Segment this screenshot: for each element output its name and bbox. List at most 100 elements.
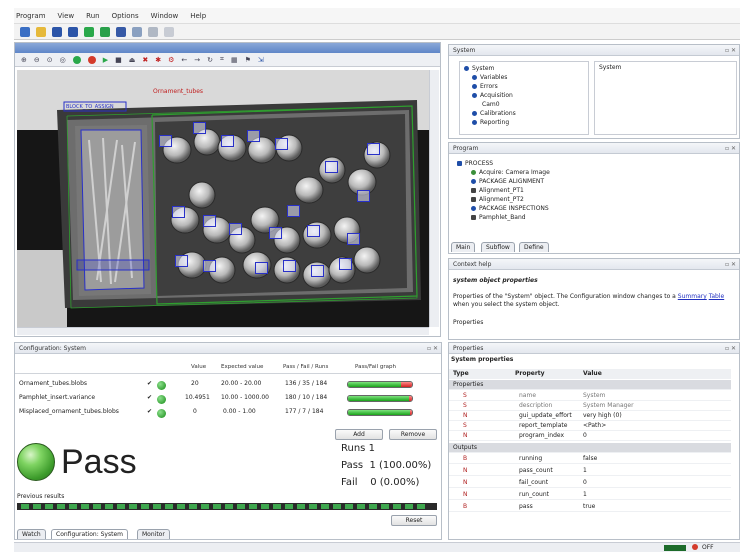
arrow-left-icon[interactable]: ← xyxy=(181,56,187,64)
blob-marker[interactable] xyxy=(283,260,296,272)
blob-marker[interactable] xyxy=(247,130,260,142)
config-row-misplaced[interactable]: Misplaced_ornament_tubes.blobs ✔ 0 0.00 … xyxy=(15,405,455,419)
property-row[interactable]: Npass_count 1 xyxy=(449,466,731,476)
arrow-right-icon[interactable]: → xyxy=(194,56,200,64)
tree-item-package-alignment[interactable]: PACKAGE ALIGNMENT xyxy=(457,177,731,186)
tree-item-pamphlet-band[interactable]: Pamphlet_Band xyxy=(457,213,731,222)
tree-item-variables[interactable]: Variables xyxy=(464,73,584,82)
blob-marker[interactable] xyxy=(347,233,360,245)
refresh-icon[interactable] xyxy=(100,26,110,37)
menu-run[interactable]: Run xyxy=(86,12,99,20)
properties-panel-title: Properties ▫ ✕ xyxy=(449,343,739,354)
property-row[interactable]: Sdescription System Manager xyxy=(449,401,731,411)
zoom-out-icon[interactable]: ⊖ xyxy=(34,56,40,64)
new-icon[interactable] xyxy=(20,26,30,37)
save-icon[interactable] xyxy=(52,26,62,37)
blob-marker[interactable] xyxy=(325,161,338,173)
blob-marker[interactable] xyxy=(221,135,234,147)
menu-program[interactable]: Program xyxy=(16,12,46,20)
tree-item-alignment-pt1[interactable]: Alignment_PT1 xyxy=(457,186,731,195)
property-row[interactable]: Brunning false xyxy=(449,454,731,464)
property-row[interactable]: Nprogram_index 0 xyxy=(449,431,731,441)
tree-item-alignment-pt2[interactable]: Alignment_PT2 xyxy=(457,195,731,204)
gear-icon[interactable]: ⚙ xyxy=(168,56,174,64)
group-outputs[interactable]: Outputs xyxy=(449,443,731,453)
zoom-in-icon[interactable]: ⊕ xyxy=(21,56,27,64)
crop-icon[interactable]: ⌗ xyxy=(220,55,224,64)
blob-marker[interactable] xyxy=(159,135,172,147)
blob-marker[interactable] xyxy=(229,223,242,235)
menu-view[interactable]: View xyxy=(58,12,75,20)
property-row[interactable]: Nrun_count 1 xyxy=(449,490,731,500)
blob-marker[interactable] xyxy=(367,143,380,155)
tree-item-acquisition[interactable]: Acquisition xyxy=(464,91,584,100)
save-as-icon[interactable] xyxy=(68,26,78,37)
image-vertical-scrollbar[interactable] xyxy=(429,70,439,327)
tree-item-reporting[interactable]: Reporting xyxy=(464,118,584,127)
blob-marker[interactable] xyxy=(287,205,300,217)
property-row[interactable]: Ngui_update_effort very high (0) xyxy=(449,411,731,421)
property-row[interactable]: Sreport_template <Path> xyxy=(449,421,731,431)
blob-marker[interactable] xyxy=(339,258,352,270)
tree-item-acquire[interactable]: Acquire: Camera Image xyxy=(457,168,731,177)
tab-watch[interactable]: Watch xyxy=(17,529,46,539)
tree-item-cam0[interactable]: Cam0 xyxy=(464,100,584,109)
blob-marker[interactable] xyxy=(175,255,188,267)
tab-configuration-system[interactable]: Configuration: System xyxy=(51,529,128,539)
blob-marker[interactable] xyxy=(172,206,185,218)
tab-monitor[interactable]: Monitor xyxy=(137,529,170,539)
tree-item-package-inspections[interactable]: PACKAGE INSPECTIONS xyxy=(457,204,731,213)
record-icon[interactable] xyxy=(87,55,96,64)
export-icon[interactable]: ⇲ xyxy=(258,56,264,64)
target-icon[interactable]: ✱ xyxy=(155,56,161,64)
tree-item-errors[interactable]: Errors xyxy=(464,82,584,91)
reset-button[interactable]: Reset xyxy=(391,515,437,526)
tab-subflow[interactable]: Subflow xyxy=(481,242,515,252)
menu-options[interactable]: Options xyxy=(112,12,139,20)
open-icon[interactable] xyxy=(36,26,46,37)
blob-marker[interactable] xyxy=(275,138,288,150)
camera-image[interactable]: Ornament_tubes BLOCK_TO_ASSIGN xyxy=(17,70,429,327)
property-row[interactable]: Sname System xyxy=(449,391,731,401)
tree-item-calibrations[interactable]: Calibrations xyxy=(464,109,584,118)
run-icon[interactable] xyxy=(84,26,94,37)
blob-marker[interactable] xyxy=(203,215,216,227)
config-row-ornament[interactable]: Ornament_tubes.blobs ✔ 20 20.00 - 20.00 … xyxy=(15,377,455,391)
group-properties[interactable]: Properties xyxy=(449,380,731,390)
play-icon[interactable]: ▶ xyxy=(103,56,108,64)
property-row[interactable]: Bpass true xyxy=(449,502,731,512)
rotate-icon[interactable]: ↻ xyxy=(207,56,213,64)
tab-main[interactable]: Main xyxy=(451,242,476,252)
menu-help[interactable]: Help xyxy=(190,12,206,20)
zoom-fit-icon[interactable]: ⊙ xyxy=(47,56,53,64)
pointer-icon[interactable] xyxy=(164,26,174,37)
blob-marker[interactable] xyxy=(203,260,216,272)
tree-item-process[interactable]: PROCESS xyxy=(457,159,731,168)
tab-define[interactable]: Define xyxy=(519,242,549,252)
property-row[interactable]: Nfail_count 0 xyxy=(449,478,731,488)
blob-marker[interactable] xyxy=(255,262,268,274)
settings-icon[interactable] xyxy=(148,26,158,37)
stop-icon[interactable] xyxy=(132,26,142,37)
config-row-pamphlet[interactable]: Pamphlet_insert.variance ✔ 10.4951 10.00… xyxy=(15,391,455,405)
tree-item-system[interactable]: System xyxy=(464,64,584,73)
blob-marker[interactable] xyxy=(311,265,324,277)
marker-icon[interactable]: ✖ xyxy=(142,56,148,64)
live-icon[interactable] xyxy=(72,55,81,64)
blob-marker[interactable] xyxy=(357,190,370,202)
grid-icon[interactable]: ▦ xyxy=(231,56,238,64)
add-button[interactable]: Add xyxy=(335,429,383,440)
eject-icon[interactable]: ⏏ xyxy=(129,56,136,64)
flag-icon[interactable]: ⚑ xyxy=(245,56,251,64)
blob-marker[interactable] xyxy=(269,227,282,239)
summary-link[interactable]: Summary xyxy=(678,293,707,300)
menu-window[interactable]: Window xyxy=(151,12,179,20)
zoom-actual-icon[interactable]: ◎ xyxy=(60,56,66,64)
table-link[interactable]: Table xyxy=(709,293,725,300)
image-horizontal-scrollbar[interactable] xyxy=(17,327,429,335)
blob-marker[interactable] xyxy=(193,122,206,134)
pause-icon[interactable] xyxy=(116,26,126,37)
blob-marker[interactable] xyxy=(307,225,320,237)
remove-button[interactable]: Remove xyxy=(389,429,437,440)
stop-frame-icon[interactable]: ■ xyxy=(115,56,122,64)
